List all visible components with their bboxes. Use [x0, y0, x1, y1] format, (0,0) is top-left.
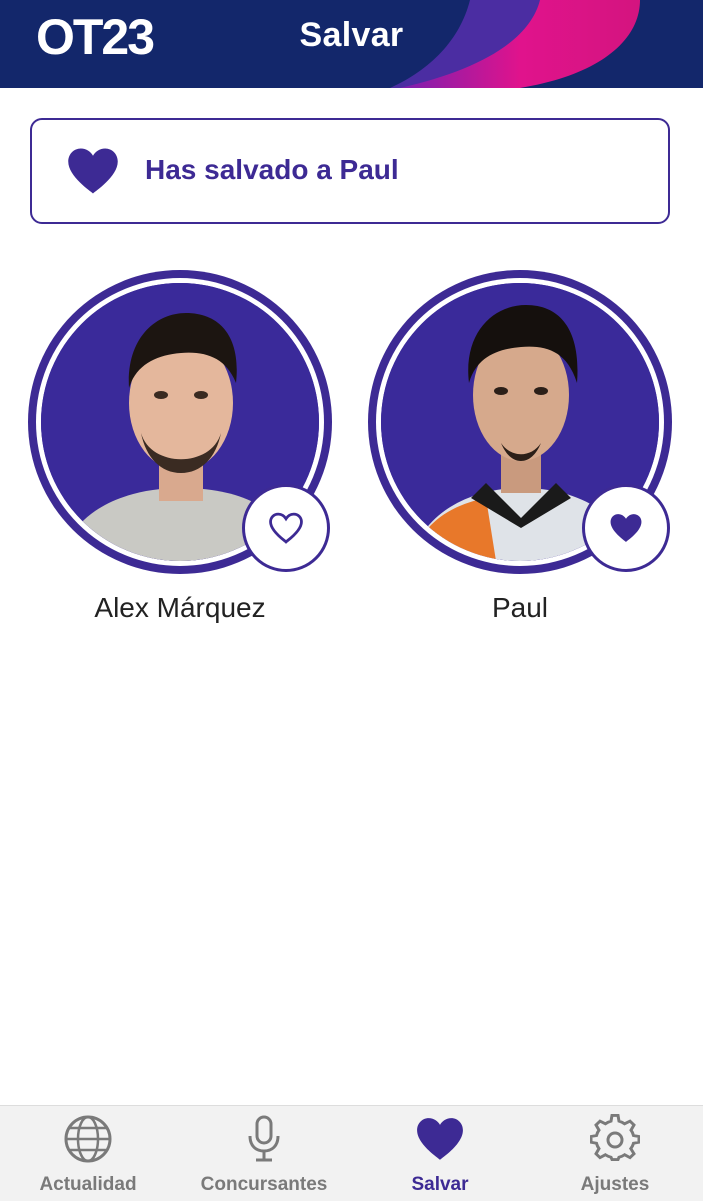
- page-title: Salvar: [299, 16, 404, 54]
- heart-icon: [417, 1118, 463, 1160]
- nav-label: Actualidad: [39, 1174, 137, 1195]
- nav-label: Salvar: [411, 1174, 469, 1195]
- contestant-name: Paul: [491, 592, 549, 623]
- bottom-navigation: Actualidad Concursantes Salvar Ajustes: [0, 1105, 703, 1201]
- microphone-icon: [248, 1115, 280, 1162]
- contestant-name: Alex Márquez: [94, 592, 266, 623]
- heart-outline-icon: [269, 512, 303, 544]
- gear-icon: [590, 1114, 640, 1161]
- globe-icon: [64, 1115, 112, 1163]
- save-confirmation-banner: Has salvado a Paul: [30, 118, 670, 224]
- nav-item-actualidad[interactable]: Actualidad: [0, 1106, 176, 1201]
- nav-item-ajustes[interactable]: Ajustes: [527, 1106, 703, 1201]
- nav-label: Concursantes: [200, 1174, 328, 1195]
- heart-filled-icon: [610, 514, 642, 542]
- heart-filled-icon: [68, 148, 118, 194]
- save-contestant-button[interactable]: [242, 484, 330, 572]
- save-contestant-button[interactable]: [582, 484, 670, 572]
- nav-item-concursantes[interactable]: Concursantes: [176, 1106, 352, 1201]
- nav-item-salvar[interactable]: Salvar: [352, 1106, 528, 1201]
- nav-label: Ajustes: [580, 1174, 650, 1195]
- banner-message: Has salvado a Paul: [145, 154, 399, 185]
- app-header: OT23 Salvar: [0, 0, 703, 88]
